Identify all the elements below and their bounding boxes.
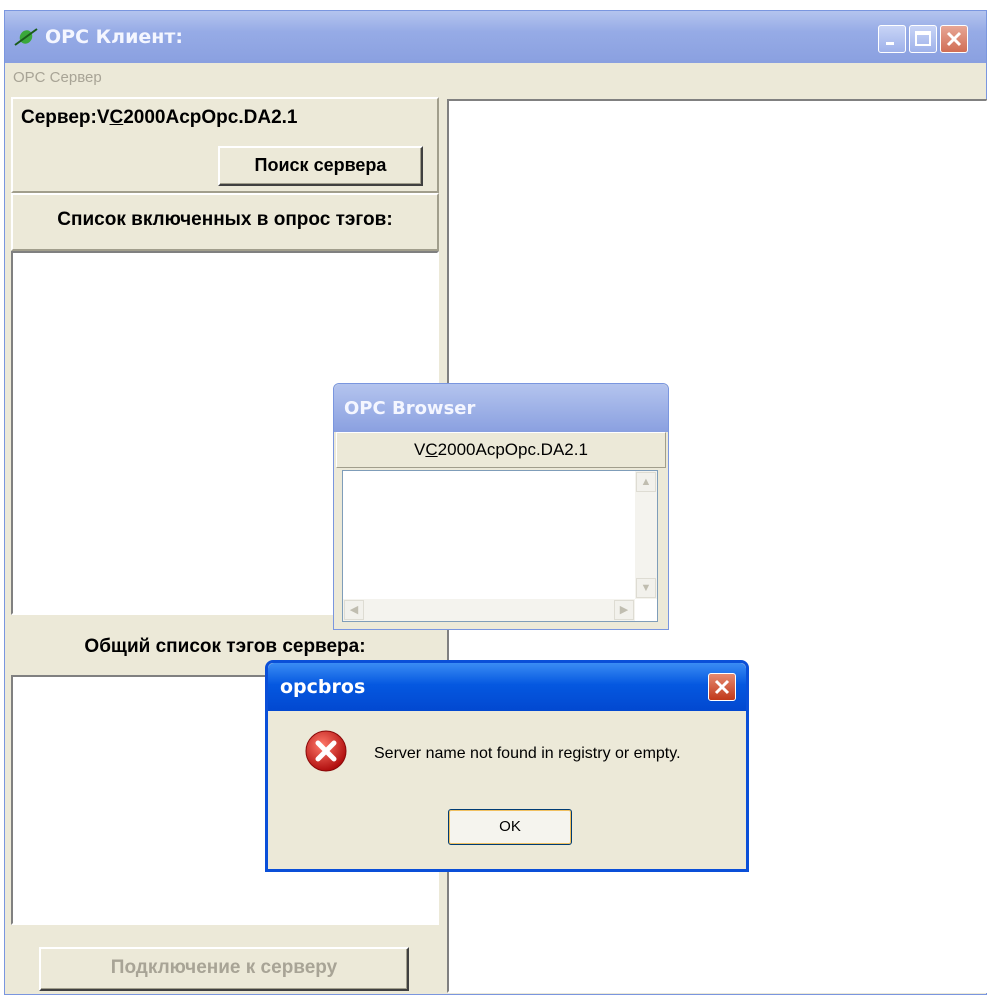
ok-button[interactable]: OK xyxy=(448,809,572,845)
browser-tree[interactable]: ▲ ▼ ◀ ▶ xyxy=(342,470,658,622)
app-icon xyxy=(14,28,38,46)
scroll-up-icon[interactable]: ▲ xyxy=(636,472,656,492)
scroll-down-icon[interactable]: ▼ xyxy=(636,578,656,598)
title-bar[interactable]: OPC Клиент: xyxy=(5,11,986,63)
horizontal-scrollbar[interactable]: ◀ ▶ xyxy=(343,599,635,621)
dialog-message: Server name not found in registry or emp… xyxy=(374,745,681,762)
scroll-left-icon[interactable]: ◀ xyxy=(344,600,364,620)
menu-opc-server[interactable]: OPC Сервер xyxy=(13,69,102,86)
minimize-icon xyxy=(886,42,894,45)
dialog-title: opcbros xyxy=(280,676,366,698)
active-tags-label: Список включенных в опрос тэгов: xyxy=(11,193,439,251)
minimize-button[interactable] xyxy=(878,25,906,53)
vertical-scrollbar[interactable]: ▲ ▼ xyxy=(635,471,657,599)
connect-button[interactable]: Подключение к серверу xyxy=(39,947,409,991)
search-server-button[interactable]: Поиск сервера xyxy=(218,146,423,186)
error-dialog: opcbros Server name not found in registr… xyxy=(265,660,749,872)
maximize-button[interactable] xyxy=(909,25,937,53)
window-title: OPC Клиент: xyxy=(45,26,184,48)
close-button[interactable] xyxy=(940,25,968,53)
dialog-close-button[interactable] xyxy=(708,673,736,701)
menu-bar: OPC Сервер xyxy=(5,63,986,93)
close-icon xyxy=(714,679,730,695)
server-panel: Сервер:VC2000AcpOpc.DA2.1 Поиск сервера xyxy=(11,97,439,193)
scroll-right-icon[interactable]: ▶ xyxy=(614,600,634,620)
close-icon xyxy=(946,31,962,47)
error-icon xyxy=(305,730,347,772)
dialog-title-bar[interactable]: opcbros xyxy=(268,663,746,711)
browser-server-name: VC2000AcpOpc.DA2.1 xyxy=(336,432,666,468)
browser-title-bar[interactable]: OPC Browser xyxy=(334,384,668,432)
browser-title: OPC Browser xyxy=(344,398,476,419)
server-label: Сервер:VC2000AcpOpc.DA2.1 xyxy=(21,107,298,128)
maximize-icon xyxy=(915,31,931,46)
opc-browser-window: OPC Browser VC2000AcpOpc.DA2.1 ▲ ▼ ◀ ▶ xyxy=(333,383,669,630)
